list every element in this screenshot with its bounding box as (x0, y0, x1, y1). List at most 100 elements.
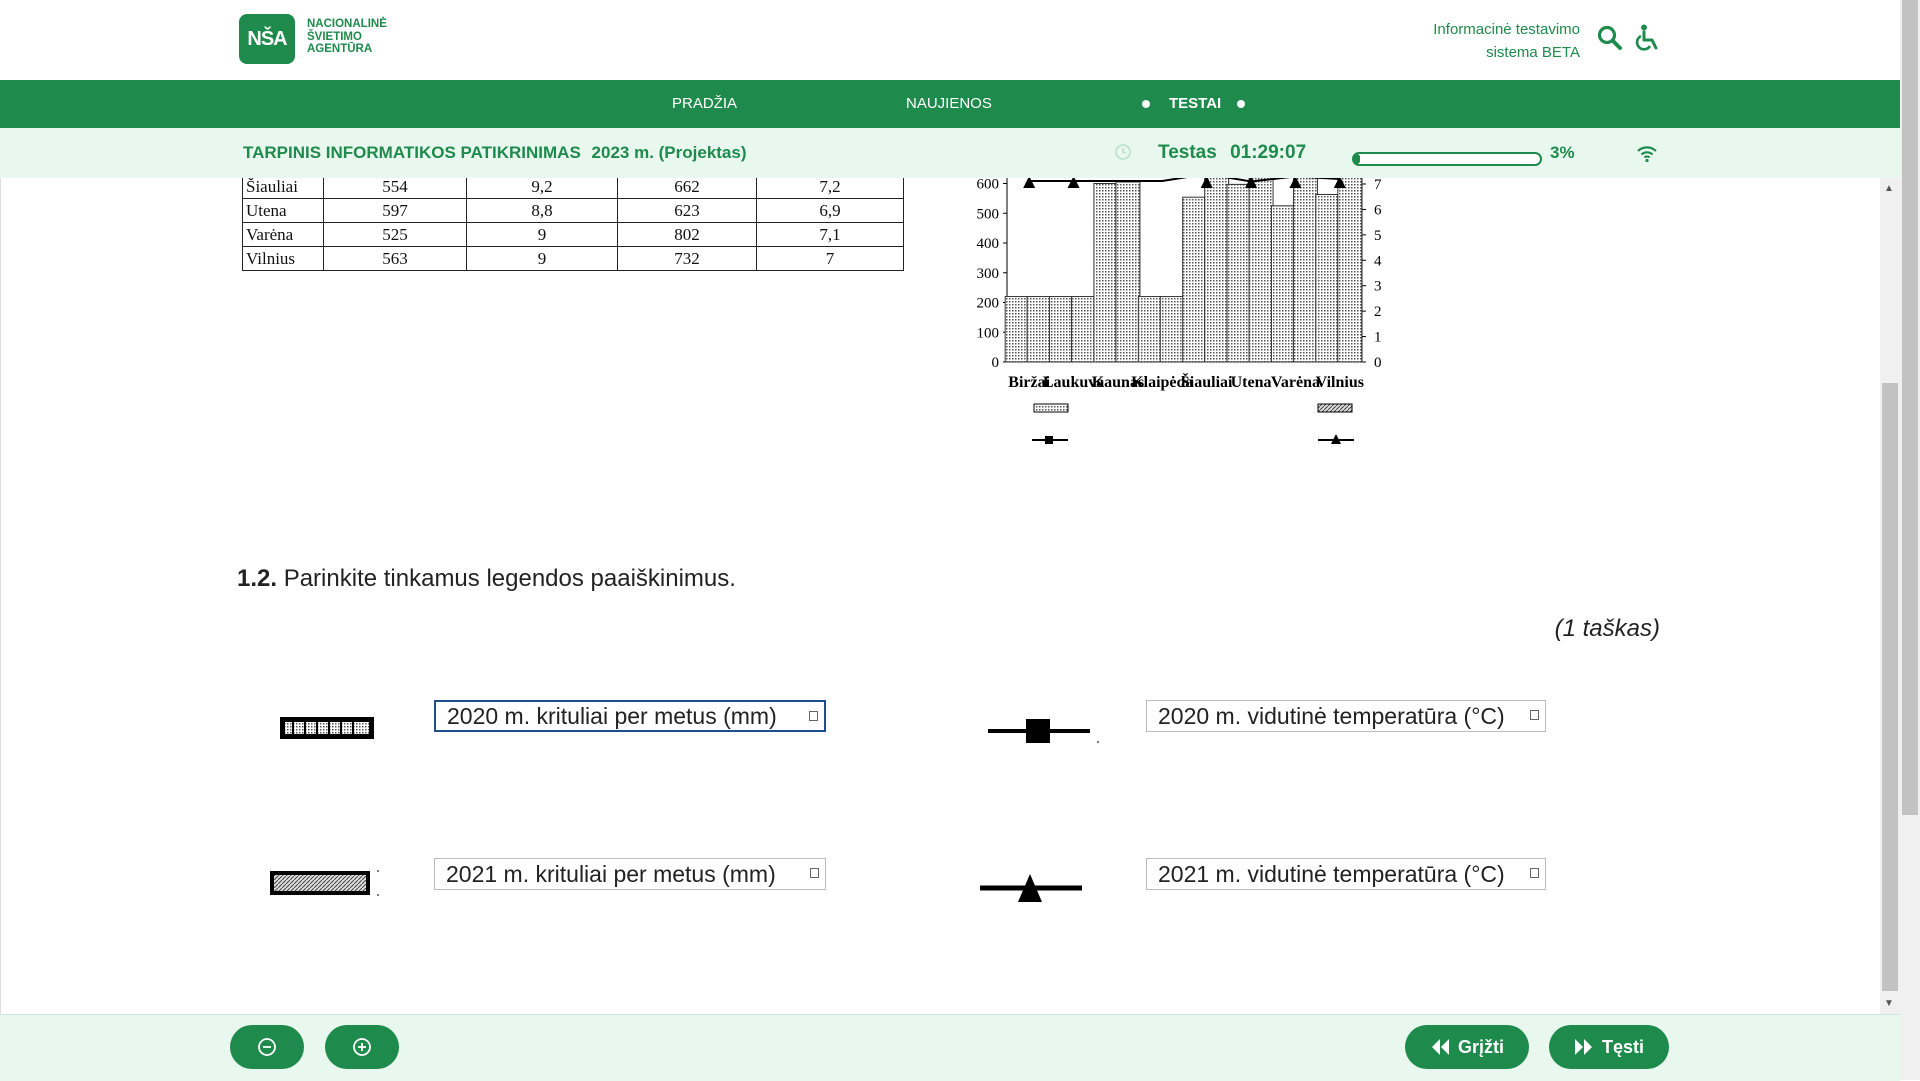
dropdown-arrow-icon (1530, 710, 1539, 720)
nav-active-dot-right (1237, 100, 1245, 108)
bar-series1 (1137, 296, 1161, 363)
exam-year: 2023 m. (Projektas) (591, 143, 747, 162)
x-tick-label: Utena (1231, 374, 1272, 391)
question-body: Parinkite tinkamus legendos paaiškinimus… (283, 565, 736, 592)
triangle-marker (1023, 178, 1036, 188)
progress-bar (1352, 152, 1542, 166)
bar-series2 (1248, 178, 1274, 363)
dropdown-arrow-icon (810, 868, 819, 878)
table-clip: Šiauliai 554 9,2 662 7,2 Utena 597 8,8 6… (0, 178, 950, 278)
bar-series2 (1337, 178, 1363, 363)
x-tick-label: Šiauliai (1181, 372, 1233, 391)
y2-tick-label: 4 (1374, 253, 1382, 269)
progress-fill (1354, 154, 1360, 164)
table-cell: Šiauliai (242, 178, 324, 199)
table-cell: 9 (466, 222, 618, 247)
y2-tick-label: 6 (1374, 202, 1382, 218)
chart-legend-square (1045, 436, 1053, 444)
wifi-icon (1636, 145, 1658, 168)
bar-series2 (1159, 296, 1185, 363)
timer-value: 01:29:07 (1230, 142, 1307, 163)
y-tick-label: 0 (992, 355, 1000, 371)
table-cell: 9 (466, 246, 618, 271)
question-number: 1.2. (237, 565, 278, 592)
scroll-down-arrow-icon[interactable]: ▼ (1884, 998, 1894, 1009)
y2-tick-label: 1 (1374, 330, 1382, 346)
legend-select-1-value: 2020 m. krituliai per metus (mm) (447, 703, 777, 729)
zoom-out-button[interactable] (230, 1025, 304, 1069)
logo-mark: NŠA (247, 27, 287, 50)
wheelchair-icon[interactable] (1632, 22, 1664, 54)
y2-tick-label: 3 (1374, 279, 1382, 295)
bar-series1 (1315, 194, 1339, 363)
content-scrollbar-thumb[interactable] (1882, 383, 1898, 991)
table-cell: 732 (617, 246, 757, 271)
data-table: Šiauliai 554 9,2 662 7,2 Utena 597 8,8 6… (242, 178, 904, 271)
bar-series1 (1049, 296, 1073, 363)
double-chevron-right-icon (1574, 1039, 1592, 1055)
bar-series1 (1270, 205, 1294, 363)
table-cell: 554 (323, 178, 467, 199)
zoom-in-icon (353, 1038, 371, 1056)
bar-series1 (1182, 196, 1206, 363)
zoom-out-icon (258, 1038, 276, 1056)
legend-square-line-icon (986, 716, 1102, 746)
table-cell: 9,2 (466, 178, 618, 199)
back-label: Grįžti (1457, 1036, 1504, 1057)
scroll-up-arrow-icon[interactable]: ▲ (1884, 183, 1894, 194)
table-cell: 7,2 (756, 178, 904, 199)
table-cell: 8,8 (466, 198, 618, 223)
y-tick-label: 400 (977, 236, 1000, 252)
next-label: Tęsti (1601, 1036, 1644, 1057)
x-tick-label: Vilnius (1316, 374, 1364, 391)
exam-title: TARPINIS INFORMATIKOS PATIKRINIMAS 2023 … (243, 128, 747, 178)
zoom-in-button[interactable] (325, 1025, 399, 1069)
x-tick-label: Varėna (1271, 374, 1320, 391)
chart-legend-dotted (1033, 403, 1069, 413)
bar-series2 (1026, 296, 1052, 363)
table-cell: 802 (617, 222, 757, 247)
table-cell: Vilnius (242, 246, 324, 271)
bar-series2 (1115, 181, 1141, 363)
dropdown-arrow-icon (1530, 868, 1539, 878)
y-tick-label: 500 (977, 206, 1000, 222)
table-cell: 597 (323, 198, 467, 223)
table-row: Vilnius 563 9 732 7 (242, 246, 904, 271)
timer-label: Testas (1158, 142, 1217, 163)
system-title-line1: Informacinė testavimo (1433, 21, 1580, 38)
table-cell: 662 (617, 178, 757, 199)
y2-tick-label: 5 (1374, 228, 1382, 244)
next-button[interactable]: Tęsti (1549, 1025, 1669, 1069)
page-scrollbar-thumb[interactable] (1902, 0, 1918, 815)
legend-select-3-value: 2021 m. krituliai per metus (mm) (446, 861, 776, 887)
y-tick-label: 100 (977, 325, 1000, 341)
legend-select-1[interactable]: 2020 m. krituliai per metus (mm) (434, 700, 826, 732)
timer: Testas 01:29:07 (1158, 128, 1306, 178)
y-tick-label: 300 (977, 266, 1000, 282)
legend-select-3[interactable]: 2021 m. krituliai per metus (mm) (434, 858, 826, 890)
table-cell: 525 (323, 222, 467, 247)
question-points: (1 taškas) (1554, 615, 1660, 642)
bar-series1 (1226, 183, 1250, 363)
nav-naujienos[interactable]: NAUJIENOS (906, 80, 992, 128)
table-cell: Utena (242, 198, 324, 223)
table-cell: Varėna (242, 222, 324, 247)
progress-percent: 3% (1550, 143, 1575, 162)
table-cell: 563 (323, 246, 467, 271)
y2-tick-label: 0 (1374, 355, 1382, 371)
table-row: Šiauliai 554 9,2 662 7,2 (242, 178, 904, 199)
legend-select-2[interactable]: 2020 m. vidutinė temperatūra (°C) (1146, 700, 1546, 732)
legend-hatched-bar-icon (270, 868, 380, 898)
nav-pradzia[interactable]: PRADŽIA (672, 80, 737, 128)
legend-select-4[interactable]: 2021 m. vidutinė temperatūra (°C) (1146, 858, 1546, 890)
triangle-marker (1067, 178, 1080, 188)
bar-series2 (1292, 178, 1318, 363)
back-button[interactable]: Grįžti (1405, 1025, 1529, 1069)
bar-series1 (1093, 183, 1117, 363)
dropdown-arrow-icon (809, 711, 818, 721)
search-icon[interactable] (1594, 22, 1626, 54)
y-tick-label: 600 (977, 178, 1000, 193)
table-cell: 7,1 (756, 222, 904, 247)
nav-testai[interactable]: TESTAI (1169, 80, 1221, 128)
nsa-logo[interactable]: NŠA (239, 14, 295, 64)
